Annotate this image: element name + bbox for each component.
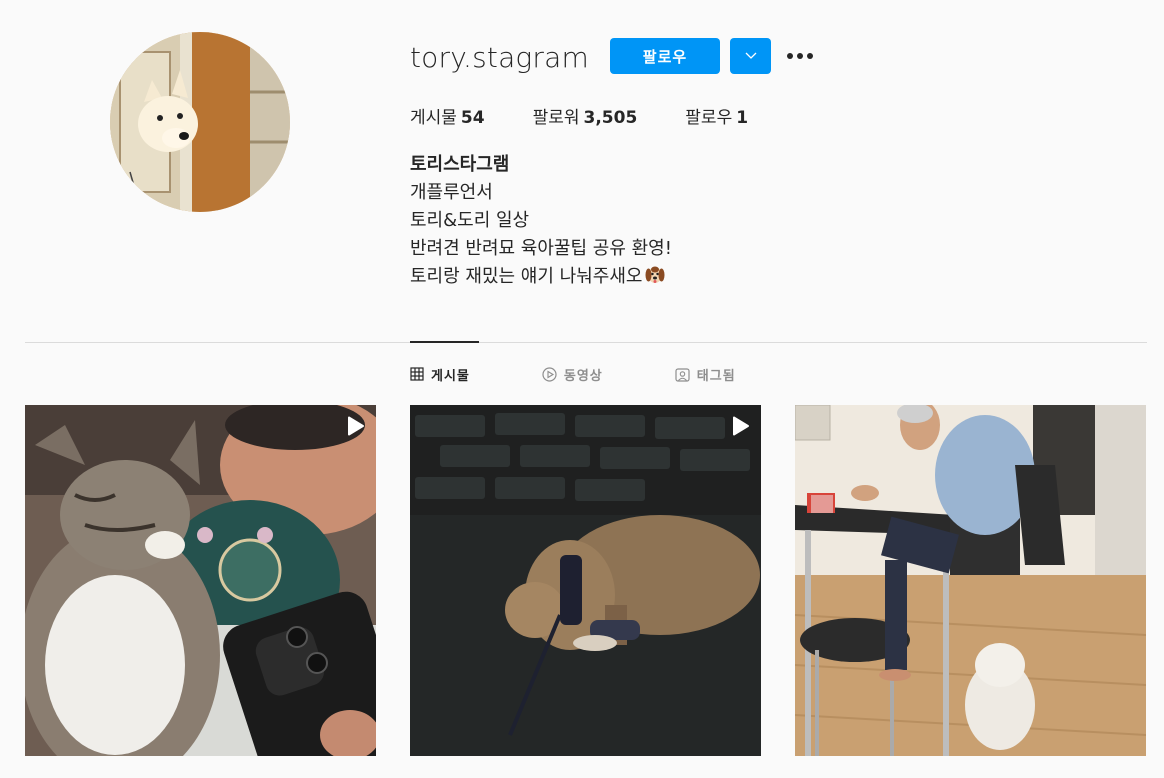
video-icon (733, 416, 749, 436)
more-options-button[interactable] (783, 42, 817, 70)
bio-line: 토리&도리 일상 (410, 210, 530, 231)
profile-username: tory.stagram (410, 41, 589, 74)
profile-page: tory.stagram 팔로우 게시물 54 팔로워 3,505 팔로우 1 토리스… (0, 0, 1164, 778)
bio-line-last: 토리랑 재밌는 얘기 나눠주새오 (410, 263, 672, 294)
profile-stats: 게시물 54 팔로워 3,505 팔로우 1 (410, 103, 796, 128)
tab-tagged[interactable]: 태그됨 (675, 363, 736, 385)
stat-followers[interactable]: 팔로워 3,505 (533, 103, 638, 128)
chevron-down-icon (745, 52, 756, 59)
grid-icon (410, 367, 424, 381)
dog-face-emoji-icon (644, 263, 666, 294)
profile-avatar[interactable] (110, 32, 290, 212)
post-tile-dog-at-night[interactable] (410, 405, 761, 756)
bio-line: 반려견 반려묘 육아꿀팁 공유 환영! (410, 238, 672, 259)
play-circle-icon (542, 366, 557, 382)
tabs-divider (25, 342, 1147, 343)
more-options-icon (787, 53, 793, 59)
post-tile-man-at-table[interactable] (795, 405, 1146, 756)
video-icon (348, 416, 364, 436)
profile-display-name: 토리스타그램 (410, 154, 510, 175)
follow-button[interactable]: 팔로우 (610, 38, 720, 74)
post-thumbnail (410, 405, 761, 756)
profile-tabs: 게시물 동영상 태그됨 (410, 363, 808, 385)
post-tile-cat-and-man[interactable] (25, 405, 376, 756)
post-thumbnail (25, 405, 376, 756)
active-tab-indicator (410, 341, 479, 343)
stat-following[interactable]: 팔로우 1 (685, 103, 748, 128)
post-thumbnail (795, 405, 1146, 756)
tab-posts[interactable]: 게시물 (410, 363, 470, 385)
tab-videos[interactable]: 동영상 (542, 363, 603, 385)
bio-line: 개플루언서 (410, 182, 493, 203)
stat-posts: 게시물 54 (410, 108, 485, 128)
profile-bio: 토리스타그램 개플루언서 토리&도리 일상 반려견 반려묘 육아꿀팁 공유 환영… (410, 151, 672, 294)
tagged-icon (675, 367, 690, 382)
suggested-dropdown-button[interactable] (730, 38, 771, 74)
